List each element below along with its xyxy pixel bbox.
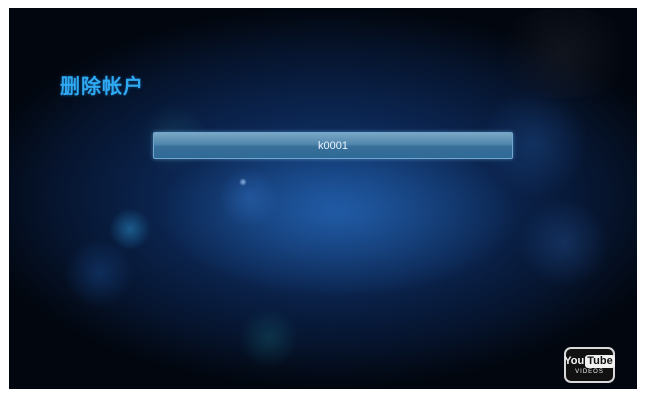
bokeh-light [489, 8, 637, 98]
bokeh-light [519, 198, 609, 288]
page-title: 删除帐户 [60, 74, 144, 98]
youtube-tube-text: Tube [585, 355, 615, 368]
bokeh-light [219, 168, 279, 228]
youtube-videos-logo[interactable]: You Tube VIDEOS [564, 347, 615, 383]
youtube-you-text: You [564, 355, 585, 367]
bokeh-light [239, 178, 247, 186]
bokeh-light [109, 208, 151, 250]
youtube-wordmark: You Tube [564, 355, 615, 368]
account-item[interactable]: k0001 [153, 132, 513, 159]
screen-background: 删除帐户 k0001 You Tube VIDEOS [9, 8, 637, 389]
bokeh-light [64, 238, 134, 308]
account-name: k0001 [318, 139, 348, 152]
bokeh-light [239, 308, 299, 368]
youtube-videos-text: VIDEOS [575, 369, 604, 375]
